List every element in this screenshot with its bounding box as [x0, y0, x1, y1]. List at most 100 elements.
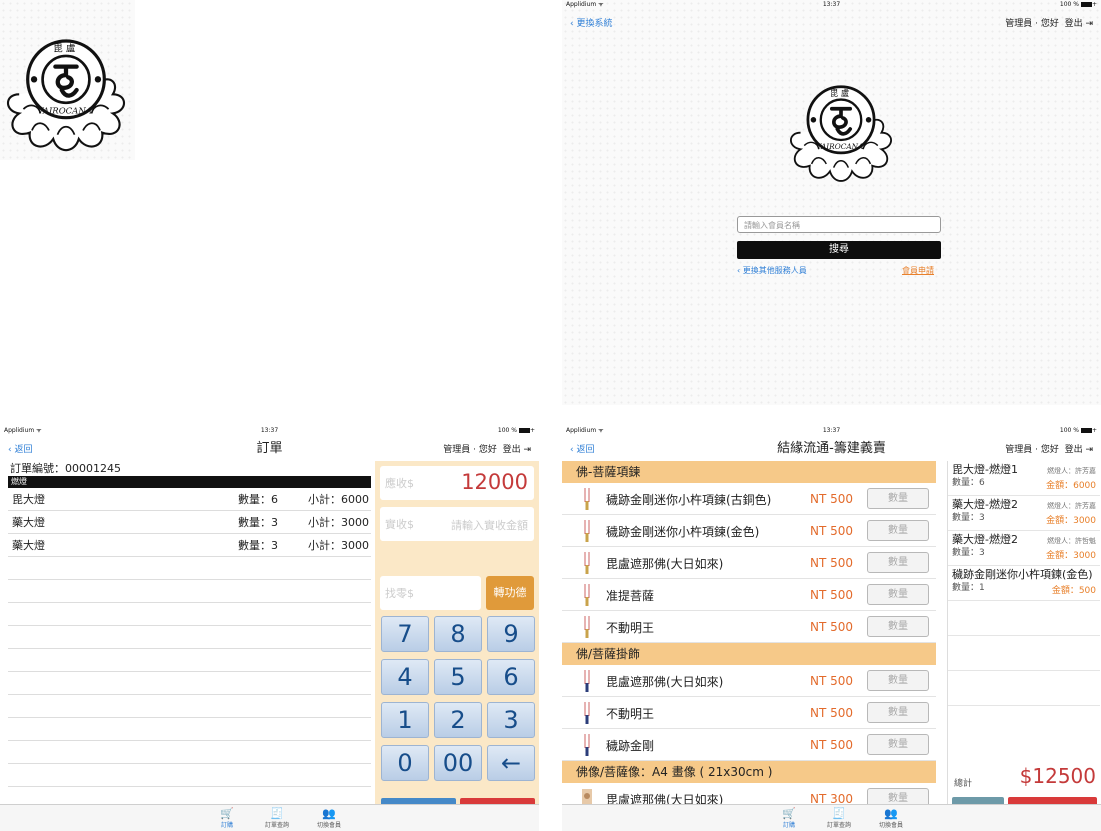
product-row[interactable]: 准提菩薩 NT 500 數量: [562, 579, 936, 611]
pendant-thumbnail-icon: [584, 670, 590, 692]
battery-icon: [1080, 2, 1092, 7]
logout-icon: ⇥: [1085, 19, 1093, 29]
pendant-thumbnail-icon: [584, 584, 590, 606]
cart-item[interactable]: 毘大燈-燃燈1 燃燈人：許芳嘉 數量：6 金額：6000: [948, 461, 1100, 496]
users-icon: 👥: [322, 807, 336, 820]
tab-label: 訂單查詢: [826, 822, 851, 829]
tab-order-query[interactable]: 🧾 訂單查詢: [817, 808, 861, 830]
tab-switch-member[interactable]: 👥 切換會員: [307, 807, 351, 830]
nav-bar: ‹ 返回 結緣流通-籌建義賣 管理員 · 您好 登出 ⇥: [562, 435, 1101, 461]
key-eight[interactable]: 8: [434, 616, 482, 652]
tab-label: 切換會員: [316, 822, 341, 829]
payment-calculator: 應收$ 12000 實收$ 請輸入實收金額 找零$ 轉功德 7894561230…: [375, 461, 539, 831]
quantity-input[interactable]: 數量: [867, 584, 929, 605]
screenshot-grid: 毘 盧 VAIROCANA Applidium ᯤ 13:37 100 %+ ‹…: [0, 0, 1101, 831]
empty-order-row: [8, 718, 371, 741]
product-price: NT 500: [810, 588, 854, 602]
key-zero[interactable]: 0: [381, 745, 429, 781]
empty-order-row: [8, 580, 371, 603]
product-row[interactable]: 不動明王 NT 500 數量: [562, 697, 936, 729]
key-six[interactable]: 6: [487, 659, 535, 695]
member-search-placeholder: 請輸入會員名稱: [744, 221, 800, 230]
cart-item[interactable]: 穢跡金剛迷你小杵項鍊(金色) 數量：1 金額：500: [948, 566, 1100, 601]
product-row[interactable]: 毘盧遮那佛(大日如來) NT 500 數量: [562, 665, 936, 697]
empty-order-row: [8, 672, 371, 695]
tab-switch-member[interactable]: 👥 切換會員: [869, 808, 913, 830]
key-nine[interactable]: 9: [487, 616, 535, 652]
tab-order[interactable]: 🛒 訂購: [205, 808, 249, 830]
order-number: 訂單編號：00001245: [10, 462, 121, 475]
admin-area: 管理員 · 您好 登出 ⇥: [443, 442, 531, 455]
product-row[interactable]: 穢跡金剛迷你小杵項鍊(金色) NT 500 數量: [562, 515, 936, 547]
tab-order[interactable]: 🛒 訂購: [767, 808, 811, 830]
quantity-input[interactable]: 數量: [867, 488, 929, 509]
cart-item[interactable]: 藥大燈-燃燈2 燃燈人：許芳嘉 數量：3 金額：3000: [948, 496, 1100, 531]
product-price: NT 500: [810, 524, 854, 538]
product-row[interactable]: 穢跡金剛迷你小杵項鍊(古銅色) NT 500 數量: [562, 483, 936, 515]
product-row[interactable]: 穢跡金剛 NT 500 數量: [562, 729, 936, 761]
clock-label: 13:37: [822, 1, 841, 8]
empty-order-row: [8, 741, 371, 764]
product-row[interactable]: 毘盧遮那佛(大日如來) NT 500 數量: [562, 547, 936, 579]
quantity-input[interactable]: 數量: [867, 702, 929, 723]
logout-label: 登出: [1064, 19, 1083, 29]
vairocana-logo: [789, 84, 893, 183]
vairocana-logo: [2, 24, 130, 156]
key-three[interactable]: 3: [487, 702, 535, 738]
clock-label: 13:37: [822, 427, 841, 434]
pendant-thumbnail-icon: [584, 616, 590, 638]
product-price: NT 500: [810, 556, 854, 570]
order-row: 毘大燈 數量：6 小計：6000: [8, 488, 371, 511]
battery-label: 100 %: [1059, 1, 1079, 8]
logout-button[interactable]: 登出 ⇥: [1065, 445, 1093, 455]
order-item-subtotal: 小計：3000: [308, 539, 369, 552]
order-row: 藥大燈 數量：3 小計：3000: [8, 534, 371, 557]
product-name: 毘盧遮那佛(大日如來): [606, 557, 724, 571]
transfer-merit-button[interactable]: 轉功德: [486, 576, 534, 610]
member-search-input[interactable]: 請輸入會員名稱: [737, 216, 941, 233]
key-two[interactable]: 2: [434, 702, 482, 738]
quantity-input[interactable]: 數量: [867, 670, 929, 691]
change-staff-link[interactable]: ‹ 更換其他服務人員: [737, 265, 807, 276]
order-item-qty: 數量：3: [238, 539, 278, 552]
quantity-input[interactable]: 數量: [867, 552, 929, 573]
search-button[interactable]: 搜尋: [737, 241, 941, 259]
quantity-input[interactable]: 數量: [867, 520, 929, 541]
battery-label: 100 %: [1059, 427, 1079, 434]
order-item-qty: 數量：3: [238, 516, 278, 529]
key-five[interactable]: 5: [434, 659, 482, 695]
logout-button[interactable]: 登出 ⇥: [1065, 19, 1093, 29]
key-seven[interactable]: 7: [381, 616, 429, 652]
member-register-link[interactable]: 會員申請: [902, 265, 934, 276]
key-double-zero[interactable]: 00: [434, 745, 482, 781]
key-one[interactable]: 1: [381, 702, 429, 738]
change-staff-label: 更換其他服務人員: [742, 266, 807, 275]
tab-label: 訂單查詢: [264, 822, 289, 829]
product-name: 穢跡金剛: [606, 739, 655, 753]
amount-received-field[interactable]: 實收$ 請輸入實收金額: [380, 507, 534, 541]
quantity-input[interactable]: 數量: [867, 734, 929, 755]
cart-item-amount: 金額：500: [1051, 586, 1096, 596]
battery-label: 100 %: [497, 427, 517, 434]
change-system-button[interactable]: ‹ 更換系統: [570, 16, 612, 29]
amount-due-label: 應收$: [385, 477, 414, 490]
key-backspace-icon[interactable]: ←: [487, 745, 535, 781]
key-four[interactable]: 4: [381, 659, 429, 695]
cart-item[interactable]: 藥大燈-燃燈2 燃燈人：許哲魁 數量：3 金額：3000: [948, 531, 1100, 566]
tab-order-query[interactable]: 🧾 訂單查詢: [255, 808, 299, 830]
battery-indicator: 100 % +: [1059, 1, 1097, 8]
cart-item-devotee: 燃燈人：許芳嘉: [1047, 467, 1096, 475]
quantity-input[interactable]: 數量: [867, 616, 929, 637]
tab-label: 訂購: [220, 822, 233, 829]
logout-icon: ⇥: [523, 445, 531, 455]
product-row[interactable]: 不動明王 NT 500 數量: [562, 611, 936, 643]
change-field: 找零$: [380, 576, 481, 610]
product-price: NT 500: [810, 492, 854, 506]
category-header: 佛-菩薩項鍊: [562, 461, 936, 483]
order-item-name: 毘大燈: [12, 493, 45, 506]
status-bar: Applidium ᯤ 13:37 100 % +: [562, 0, 1101, 9]
category-header: 佛/菩薩掛飾: [562, 643, 936, 665]
category-header: 佛像/菩薩像：A4 畫像 ( 21x30cm ): [562, 761, 936, 783]
product-price: NT 500: [810, 738, 854, 752]
logout-button[interactable]: 登出 ⇥: [503, 445, 531, 455]
